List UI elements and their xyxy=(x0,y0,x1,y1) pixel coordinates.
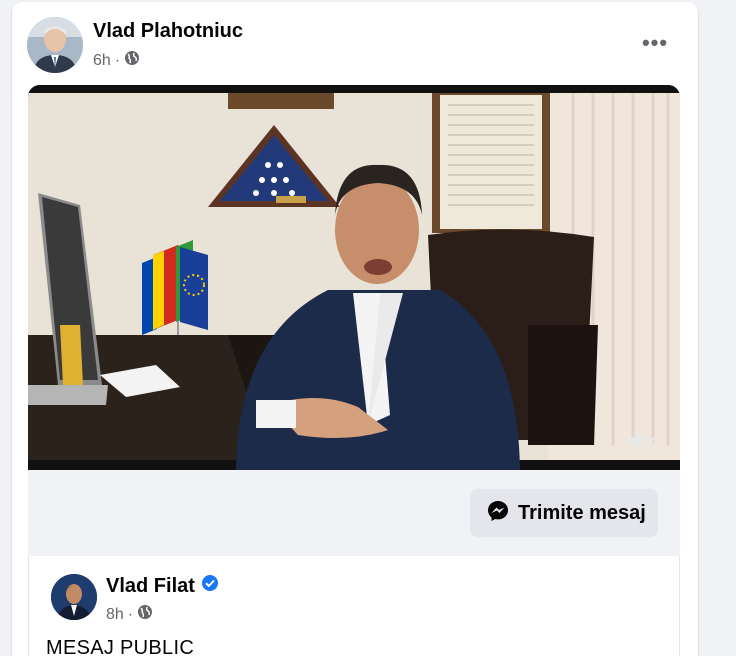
post-header: Vlad Plahotniuc 6h · ••• xyxy=(27,17,687,77)
shared-post: Vlad Filat 8h · MESAJ PUBLIC xyxy=(28,556,680,656)
post-timestamp[interactable]: 6h xyxy=(93,52,111,70)
meta-separator: · xyxy=(114,51,121,69)
send-message-label: Trimite mesaj xyxy=(518,501,646,524)
globe-icon xyxy=(137,604,153,625)
author-avatar[interactable] xyxy=(27,17,83,73)
send-message-button[interactable]: Trimite mesaj xyxy=(470,489,658,537)
post-meta: 6h · xyxy=(93,50,140,71)
more-horizontal-icon: ••• xyxy=(641,30,669,55)
more-options-button[interactable]: ••• xyxy=(637,25,673,61)
shared-author-name[interactable]: Vlad Filat xyxy=(106,575,195,598)
post-card: Vlad Plahotniuc 6h · ••• Trimite mesaj V… xyxy=(12,2,698,656)
author-name[interactable]: Vlad Plahotniuc xyxy=(93,20,243,43)
speaker-muted-icon[interactable] xyxy=(626,427,660,455)
shared-post-meta: 8h · xyxy=(106,604,153,625)
shared-post-text: MESAJ PUBLIC xyxy=(46,637,195,656)
globe-icon xyxy=(124,50,140,71)
verified-badge-icon xyxy=(201,574,219,598)
shared-post-timestamp[interactable]: 8h xyxy=(106,606,124,624)
page-background-strip xyxy=(698,0,736,656)
cta-area: Trimite mesaj xyxy=(28,470,680,556)
video-frame xyxy=(28,85,680,470)
video-player[interactable] xyxy=(28,85,680,470)
meta-separator: · xyxy=(127,605,134,623)
shared-author-avatar[interactable] xyxy=(51,574,97,620)
messenger-icon xyxy=(486,499,510,528)
shared-author-name-row: Vlad Filat xyxy=(106,574,219,598)
